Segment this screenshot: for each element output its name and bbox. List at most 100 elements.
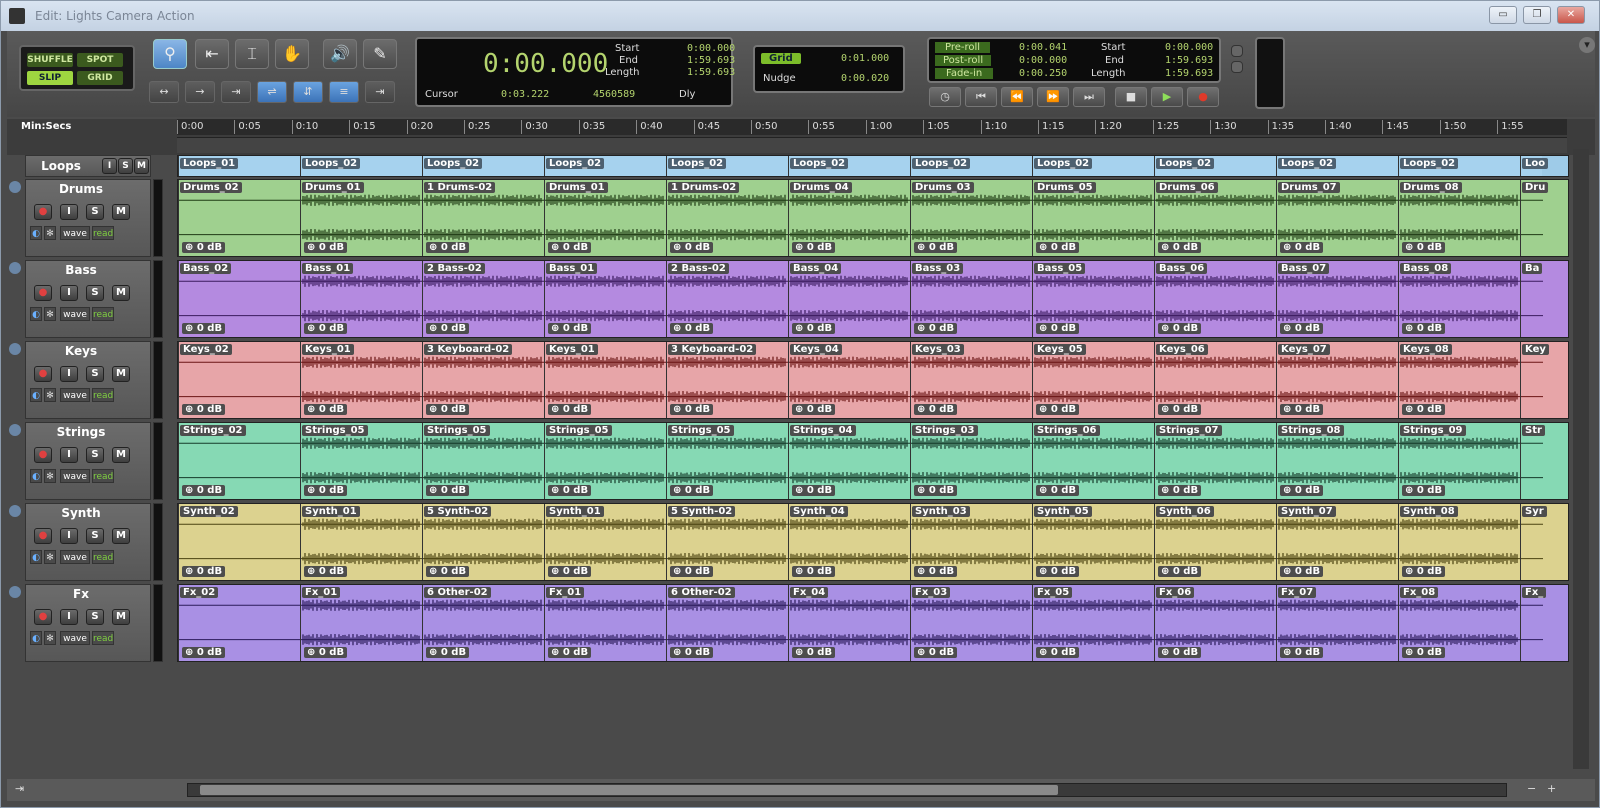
clip-gain[interactable]: ⊕ 0 dB xyxy=(1158,404,1202,415)
audio-clip[interactable]: Synth_01 ⊕ 0 dB xyxy=(544,504,667,580)
clip-gain[interactable]: ⊕ 0 dB xyxy=(792,242,836,253)
scroll-thumb[interactable] xyxy=(200,785,1058,795)
audio-clip[interactable]: Drums_04 ⊕ 0 dB xyxy=(788,180,911,256)
track-collapse-icon[interactable] xyxy=(9,505,21,517)
clip-gain[interactable]: ⊕ 0 dB xyxy=(914,323,958,334)
audio-clip[interactable]: 6 Other-02 ⊕ 0 dB xyxy=(666,585,789,661)
clip-gain[interactable]: ⊕ 0 dB xyxy=(1158,566,1202,577)
view-selector[interactable]: wave xyxy=(60,226,90,240)
track-name[interactable]: Fx xyxy=(26,587,136,601)
solo-button[interactable]: S xyxy=(86,204,104,220)
clip-gain[interactable]: ⊕ 0 dB xyxy=(914,404,958,415)
audio-clip[interactable]: Keys_01 ⊕ 0 dB xyxy=(544,342,667,418)
clip-gain[interactable]: ⊕ 0 dB xyxy=(1402,485,1446,496)
clip-gain[interactable]: ⊕ 0 dB xyxy=(426,404,470,415)
input-monitor-button[interactable]: I xyxy=(60,447,78,463)
clip-gain[interactable]: ⊕ 0 dB xyxy=(792,404,836,415)
audio-clip[interactable]: Drums_02 ⊕ 0 dB xyxy=(178,180,301,256)
lane-loops[interactable]: Loops_01 Loops_02 Loops_02 Loops_02 Loops_02… xyxy=(177,155,1569,177)
audio-clip[interactable]: Keys_02 ⊕ 0 dB xyxy=(178,342,301,418)
zoom-tool-icon[interactable]: ⚲ xyxy=(153,39,187,69)
mirror-midi-icon[interactable]: ≡ xyxy=(329,81,359,103)
solo-button[interactable]: S xyxy=(86,366,104,382)
input-monitor-button[interactable]: I xyxy=(60,285,78,301)
audio-clip[interactable]: Drums_07 ⊕ 0 dB xyxy=(1276,180,1399,256)
toggle-b[interactable] xyxy=(1231,61,1243,73)
audio-clip[interactable]: Drums_01 ⊕ 0 dB xyxy=(300,180,423,256)
clip-gain[interactable]: ⊕ 0 dB xyxy=(670,404,714,415)
track-options-icon[interactable]: ✻ xyxy=(44,226,56,240)
clip-gain[interactable]: ⊕ 0 dB xyxy=(1402,404,1446,415)
loop-clip[interactable]: Loops_02 xyxy=(788,156,910,176)
record-enable-button[interactable]: ● xyxy=(34,528,52,544)
loop-clip[interactable]: Loops_02 xyxy=(1154,156,1276,176)
input-monitor-button[interactable]: I xyxy=(60,528,78,544)
selector-tool-icon[interactable]: ⌶ xyxy=(235,39,269,69)
audio-clip[interactable]: 5 Synth-02 ⊕ 0 dB xyxy=(422,504,545,580)
timebase-icon[interactable]: ◐ xyxy=(30,307,42,321)
marker-ruler[interactable] xyxy=(177,137,1567,153)
audio-clip[interactable]: Drums_08 ⊕ 0 dB xyxy=(1398,180,1521,256)
loop-clip[interactable]: Loops_02 xyxy=(1032,156,1154,176)
input-monitor-button[interactable]: I xyxy=(60,204,78,220)
clip-gain[interactable]: ⊕ 0 dB xyxy=(548,566,592,577)
clip-gain[interactable]: ⊕ 0 dB xyxy=(304,647,348,658)
clip-gain[interactable]: ⊕ 0 dB xyxy=(1036,242,1080,253)
audio-clip[interactable]: Bass_06 ⊕ 0 dB xyxy=(1154,261,1277,337)
clip-gain[interactable]: ⊕ 0 dB xyxy=(1280,566,1324,577)
clip-gain[interactable]: ⊕ 0 dB xyxy=(548,242,592,253)
timebase-icon[interactable]: ◐ xyxy=(30,226,42,240)
track-options-icon[interactable]: ✻ xyxy=(44,388,56,402)
fadein-value[interactable]: 0:00.250 xyxy=(1019,68,1067,79)
loops-s-button[interactable]: S xyxy=(118,158,133,174)
audio-clip[interactable]: Synth_03 ⊕ 0 dB xyxy=(910,504,1033,580)
track-header-fx[interactable]: Fx ● I S Mwave read ◐ ✻ xyxy=(25,584,151,662)
preroll-toggle[interactable]: Pre-roll xyxy=(935,42,991,53)
clip-gain[interactable]: ⊕ 0 dB xyxy=(1158,323,1202,334)
clip-gain[interactable]: ⊕ 0 dB xyxy=(1036,485,1080,496)
audio-clip[interactable]: 5 Synth-02 ⊕ 0 dB xyxy=(666,504,789,580)
audio-clip[interactable]: Fx_06 ⊕ 0 dB xyxy=(1154,585,1277,661)
track-name[interactable]: Synth xyxy=(26,506,136,520)
toolbar-menu-icon[interactable]: ▾ xyxy=(1579,37,1595,53)
grid-toggle[interactable]: Grid xyxy=(761,53,801,64)
track-collapse-icon[interactable] xyxy=(9,424,21,436)
vertical-scrollbar[interactable] xyxy=(1573,149,1589,769)
audio-clip[interactable]: Strings_09 ⊕ 0 dB xyxy=(1398,423,1521,499)
audio-clip[interactable]: Fx_02 ⊕ 0 dB xyxy=(178,585,301,661)
view-selector[interactable]: wave xyxy=(60,631,90,645)
grabber-tool-icon[interactable]: ✋ xyxy=(275,39,309,69)
clip-gain[interactable]: ⊕ 0 dB xyxy=(548,647,592,658)
track-options-icon[interactable]: ✻ xyxy=(44,550,56,564)
clip-gain[interactable]: ⊕ 0 dB xyxy=(426,566,470,577)
clip-gain[interactable]: ⊕ 0 dB xyxy=(304,323,348,334)
track-header-bass[interactable]: Bass ● I S Mwave read ◐ ✻ xyxy=(25,260,151,338)
pencil-tool-icon[interactable]: ✎ xyxy=(363,39,397,69)
audio-clip[interactable]: Drums_03 ⊕ 0 dB xyxy=(910,180,1033,256)
track-header-strings[interactable]: Strings ● I S Mwave read ◐ ✻ xyxy=(25,422,151,500)
track-name[interactable]: Bass xyxy=(26,263,136,277)
loop-clip[interactable]: Loops_02 xyxy=(910,156,1032,176)
audio-clip[interactable]: Drums_06 ⊕ 0 dB xyxy=(1154,180,1277,256)
view-selector[interactable]: wave xyxy=(60,307,90,321)
toggle-a[interactable] xyxy=(1231,45,1243,57)
automation-mode[interactable]: read xyxy=(92,631,114,645)
audio-clip[interactable]: Fx_08 ⊕ 0 dB xyxy=(1398,585,1521,661)
track-collapse-icon[interactable] xyxy=(9,343,21,355)
clip-gain[interactable]: ⊕ 0 dB xyxy=(1402,323,1446,334)
clip-gain[interactable]: ⊕ 0 dB xyxy=(1036,404,1080,415)
clip-gain[interactable]: ⊕ 0 dB xyxy=(792,566,836,577)
close-button[interactable]: ✕ xyxy=(1557,6,1585,24)
audio-clip[interactable]: Keys_04 ⊕ 0 dB xyxy=(788,342,911,418)
track-collapse-icon[interactable] xyxy=(9,181,21,193)
length-value[interactable]: 1:59.693 xyxy=(687,67,735,78)
audio-clip[interactable]: Bass_01 ⊕ 0 dB xyxy=(300,261,423,337)
zoom-toggle-icon[interactable]: ↔ xyxy=(149,81,179,103)
audio-clip[interactable]: Fx_03 ⊕ 0 dB xyxy=(910,585,1033,661)
audio-clip[interactable]: Keys_08 ⊕ 0 dB xyxy=(1398,342,1521,418)
clip-gain[interactable]: ⊕ 0 dB xyxy=(304,566,348,577)
trim-tool-icon[interactable]: ⇤ xyxy=(195,39,229,69)
automation-mode[interactable]: read xyxy=(92,550,114,564)
audio-clip[interactable]: 2 Bass-02 ⊕ 0 dB xyxy=(666,261,789,337)
clip-gain[interactable]: ⊕ 0 dB xyxy=(914,647,958,658)
